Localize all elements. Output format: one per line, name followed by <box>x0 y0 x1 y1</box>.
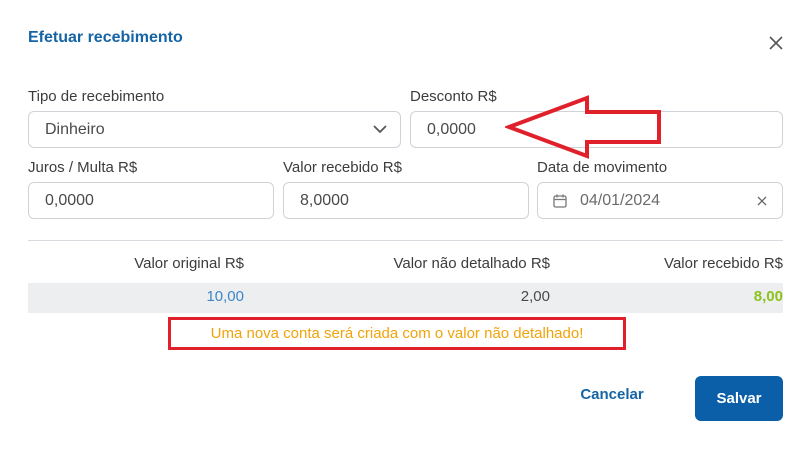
header-valor-original: Valor original R$ <box>134 255 244 272</box>
clear-icon[interactable] <box>756 195 768 207</box>
valor-recebido-value: 8,0000 <box>300 191 349 209</box>
valor-recebido-label: Valor recebido R$ <box>283 159 402 176</box>
calendar-icon <box>553 194 567 208</box>
data-movimento-value: 04/01/2024 <box>580 191 661 209</box>
desconto-input[interactable]: 0,0000 <box>410 111 783 148</box>
cell-valor-recebido: 8,00 <box>753 288 783 305</box>
juros-multa-value: 0,0000 <box>45 191 94 209</box>
tipo-recebimento-select[interactable]: Dinheiro <box>28 111 401 148</box>
save-button[interactable]: Salvar <box>695 376 783 421</box>
tipo-recebimento-label: Tipo de recebimento <box>28 88 165 105</box>
cancel-button[interactable]: Cancelar <box>570 386 654 410</box>
warning-text: Uma nova conta será criada com o valor n… <box>210 325 584 342</box>
juros-multa-label: Juros / Multa R$ <box>28 159 138 176</box>
header-valor-nao-detalhado: Valor não detalhado R$ <box>393 255 550 272</box>
desconto-value: 0,0000 <box>427 120 476 138</box>
cell-valor-original: 10,00 <box>206 288 244 305</box>
desconto-label: Desconto R$ <box>410 88 497 105</box>
data-movimento-label: Data de movimento <box>537 159 668 176</box>
juros-multa-input[interactable]: 0,0000 <box>28 182 274 219</box>
cell-valor-nao-detalhado: 2,00 <box>520 288 550 305</box>
tipo-recebimento-value: Dinheiro <box>45 120 105 138</box>
section-divider <box>28 240 783 241</box>
close-icon[interactable] <box>766 33 786 53</box>
header-valor-recebido: Valor recebido R$ <box>664 255 783 272</box>
valor-recebido-input[interactable]: 8,0000 <box>283 182 529 219</box>
dialog-title: Efetuar recebimento <box>28 29 183 46</box>
chevron-down-icon <box>373 125 387 134</box>
receive-payment-dialog: Efetuar recebimento Tipo de recebimento … <box>0 0 812 450</box>
data-movimento-input[interactable]: 04/01/2024 <box>537 182 783 219</box>
warning-message: Uma nova conta será criada com o valor n… <box>168 317 626 350</box>
